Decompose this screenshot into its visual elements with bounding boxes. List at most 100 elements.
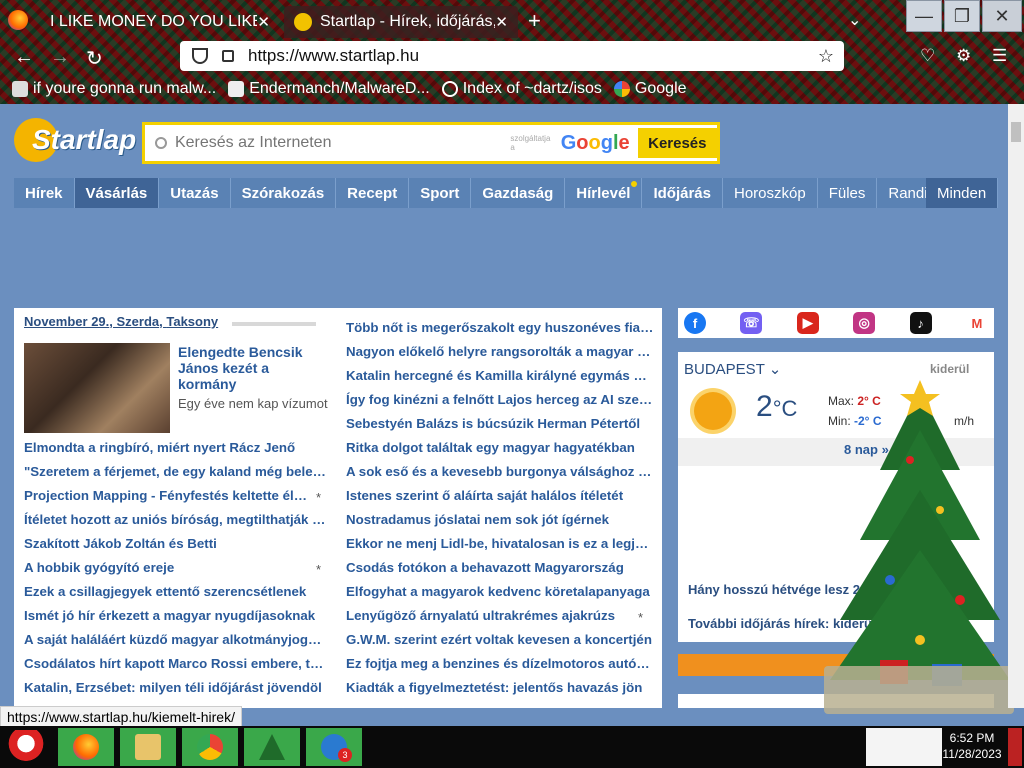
headline-link[interactable]: Katalin hercegné és Kamilla királyné egy… xyxy=(346,368,654,383)
headline-link[interactable]: Szakított Jákob Zoltán és Betti xyxy=(24,536,326,551)
minimize-button[interactable]: — xyxy=(906,0,942,32)
show-desktop-button[interactable] xyxy=(1008,728,1022,766)
tab-title: Startlap - Hírek, időjárás, xyxy=(320,13,496,30)
menu-item-horoszkop[interactable]: Horoszkóp xyxy=(722,178,818,208)
kiderul-logo[interactable]: kiderül xyxy=(930,362,969,376)
vertical-scrollbar[interactable] xyxy=(1008,104,1024,708)
pocket-icon[interactable]: ♡ xyxy=(920,46,935,66)
viber-icon[interactable]: ☏ xyxy=(740,312,763,334)
close-tab-icon[interactable]: ✕ xyxy=(495,13,508,31)
headline-link[interactable]: Katalin, Erzsébet: milyen téli időjárást… xyxy=(24,680,326,695)
headline-link[interactable]: G.W.M. szerint ezért voltak kevesen a ko… xyxy=(346,632,654,647)
globe-icon xyxy=(441,81,458,97)
menu-item-utazas[interactable]: Utazás xyxy=(159,178,231,208)
bookmark-item[interactable]: Google xyxy=(613,80,687,98)
new-tab-button[interactable]: + xyxy=(528,8,541,34)
bookmarks-bar: if youre gonna run malw... Endermanch/Ma… xyxy=(0,76,1024,102)
bookmark-item[interactable]: Index of ~dartz/isos xyxy=(441,80,602,98)
taskbar-tree-app[interactable] xyxy=(244,728,300,766)
headline-link[interactable]: Istenes szerint ő aláírta saját halálos … xyxy=(346,488,654,503)
weather-city-select[interactable]: BUDAPEST ⌄ xyxy=(684,360,781,378)
browser-chrome: I LIKE MONEY DO YOU LIKE MONEY ✕ Startla… xyxy=(0,0,1024,104)
menu-item-idojaras[interactable]: Időjárás xyxy=(642,178,723,208)
menu-item-szorakozas[interactable]: Szórakozás xyxy=(230,178,337,208)
search-input[interactable] xyxy=(174,134,503,152)
system-tray[interactable] xyxy=(866,728,942,766)
startlap-logo[interactable]: Startlap xyxy=(14,114,136,170)
search-button[interactable]: Keresés xyxy=(637,128,717,158)
menu-item-fules[interactable]: Füles xyxy=(817,178,878,208)
tab-list-button[interactable]: ⌄ xyxy=(848,10,861,30)
scrollbar-thumb[interactable] xyxy=(1011,122,1021,142)
santa-start-icon[interactable] xyxy=(6,730,46,764)
menu-item-hirlevel[interactable]: Hírlevél xyxy=(565,178,643,208)
featured-image[interactable] xyxy=(24,343,170,433)
notification-badge: 3 xyxy=(338,748,352,762)
headline-link[interactable]: A saját haláláért küzdő magyar alkotmány… xyxy=(24,632,326,647)
url-text[interactable]: https://www.startlap.hu xyxy=(248,46,419,66)
document-icon xyxy=(228,81,245,97)
headline-link[interactable]: A sok eső és a kevesebb burgonya válságh… xyxy=(346,464,654,479)
menu-item-minden[interactable]: Minden xyxy=(926,178,999,208)
headline-link[interactable]: Projection Mapping - Fényfestés keltette… xyxy=(24,488,310,503)
headline-link[interactable]: Nostradamus jóslatai nem sok jót ígérnek xyxy=(346,512,654,527)
taskbar-firefox[interactable] xyxy=(58,728,114,766)
close-window-button[interactable]: ✕ xyxy=(982,0,1022,32)
headline-link[interactable]: Csodás fotókon a behavazott Magyarország xyxy=(346,560,654,575)
lock-icon[interactable] xyxy=(222,50,234,62)
menu-item-gazdasag[interactable]: Gazdaság xyxy=(471,178,566,208)
clock[interactable]: 6:52 PM 11/28/2023 xyxy=(940,730,1004,762)
featured-title[interactable]: Elengedte Bencsik János kezét a kormány xyxy=(178,344,328,392)
bookmark-item[interactable]: if youre gonna run malw... xyxy=(12,80,216,98)
headline-link[interactable]: Ritka dolgot találtak egy magyar hagyaté… xyxy=(346,440,654,455)
extensions-icon[interactable]: ⚙ xyxy=(956,46,971,66)
tab-startlap[interactable]: Startlap - Hírek, időjárás, ✕ xyxy=(284,6,518,38)
headline-link[interactable]: Elfogyhat a magyarok kedvenc köretalapan… xyxy=(346,584,654,599)
tiktok-icon[interactable]: ♪ xyxy=(909,312,932,334)
headline-link[interactable]: "Szeretem a férjemet, de egy kaland még … xyxy=(24,464,326,479)
ornament xyxy=(906,456,914,464)
headline-link[interactable]: Csodálatos hírt kapott Marco Rossi ember… xyxy=(24,656,326,671)
date-line: November 29., Szerda, Taksony xyxy=(24,314,219,329)
firefox-icon[interactable] xyxy=(8,10,28,30)
headline-link[interactable]: Ez fojtja meg a benzines és dízelmotoros… xyxy=(346,656,654,671)
headline-link[interactable]: Ezek a csillagjegyek ettentő szerencsétl… xyxy=(24,584,326,599)
tab-title: I LIKE MONEY DO YOU LIKE MONEY xyxy=(50,13,257,30)
headline-link[interactable]: Több nőt is megerőszakolt egy huszonéves… xyxy=(346,320,654,335)
close-tab-icon[interactable]: ✕ xyxy=(257,13,270,31)
facebook-icon[interactable]: f xyxy=(684,312,706,334)
taskbar-chat-app[interactable]: 3 xyxy=(306,728,362,766)
headline-link[interactable]: Ekkor ne menj Lidl-be, hivatalosan is ez… xyxy=(346,536,654,551)
headline-link[interactable]: A hobbik gyógyító ereje xyxy=(24,560,326,575)
restore-button[interactable]: ❐ xyxy=(944,0,980,32)
gmail-icon[interactable]: M xyxy=(965,312,988,334)
headline-link[interactable]: Sebestyén Balázs is búcsúzik Herman Péte… xyxy=(346,416,654,431)
headline-link[interactable]: Ítéletet hozott az uniós bíróság, megtil… xyxy=(24,512,326,527)
taskbar-explorer[interactable] xyxy=(120,728,176,766)
taskbar-chrome[interactable] xyxy=(182,728,238,766)
reload-button[interactable]: ↻ xyxy=(86,46,103,71)
bookmark-star-icon[interactable]: ☆ xyxy=(818,46,834,67)
youtube-icon[interactable]: ▶ xyxy=(796,312,819,334)
menu-icon[interactable]: ☰ xyxy=(992,46,1007,66)
headline-link[interactable]: Kiadták a figyelmeztetést: jelentős hava… xyxy=(346,680,654,695)
back-button[interactable]: ← xyxy=(14,46,34,69)
tab-money[interactable]: I LIKE MONEY DO YOU LIKE MONEY ✕ xyxy=(40,6,280,38)
address-bar[interactable]: https://www.startlap.hu ☆ xyxy=(180,41,844,71)
headline-link[interactable]: Lenyűgöző árnyalatú ultrakrémes ajakrúzs xyxy=(346,608,632,623)
menu-item-vasarlas[interactable]: Vásárlás xyxy=(74,178,160,208)
menu-item-sport[interactable]: Sport xyxy=(409,178,472,208)
forward-button[interactable]: → xyxy=(50,46,70,69)
menu-item-recept[interactable]: Recept xyxy=(336,178,410,208)
menu-item-hirek[interactable]: Hírek xyxy=(14,178,75,208)
headline-link[interactable]: Ismét jó hír érkezett a magyar nyugdíjas… xyxy=(24,608,326,623)
tree-widget-box xyxy=(824,666,1014,714)
headline-link[interactable]: Nagyon előkelő helyre rangsorolták a mag… xyxy=(346,344,654,359)
instagram-icon[interactable]: ◎ xyxy=(853,312,876,334)
headline-link[interactable]: Elmondta a ringbíró, miért nyert Rácz Je… xyxy=(24,440,326,455)
date-day: November 29. xyxy=(24,314,110,329)
headline-link[interactable]: Így fog kinézni a felnőtt Lajos herceg a… xyxy=(346,392,654,407)
shield-icon[interactable] xyxy=(192,48,208,64)
bookmark-item[interactable]: Endermanch/MalwareD... xyxy=(228,80,430,98)
name-day[interactable]: Taksony xyxy=(166,314,218,329)
